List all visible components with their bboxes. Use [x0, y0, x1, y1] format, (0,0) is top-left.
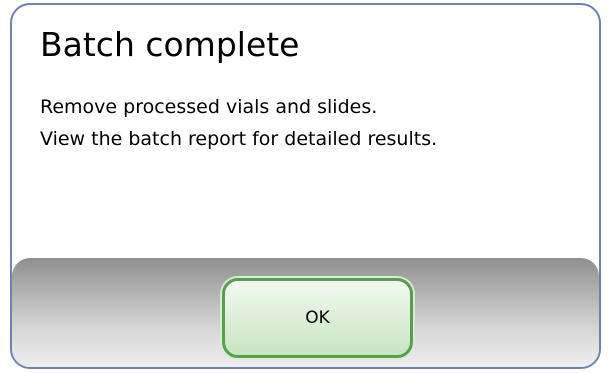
message-line-report: View the batch report for detailed resul… [40, 128, 438, 150]
message-line-remove: Remove processed vials and slides. [40, 96, 378, 118]
button-bar: OK [12, 258, 599, 367]
dialog-message: Remove processed vials and slides. View … [40, 91, 437, 155]
dialog-title: Batch complete [40, 25, 300, 64]
ok-button[interactable]: OK [222, 278, 413, 358]
batch-complete-dialog: Batch complete Remove processed vials an… [10, 3, 601, 369]
